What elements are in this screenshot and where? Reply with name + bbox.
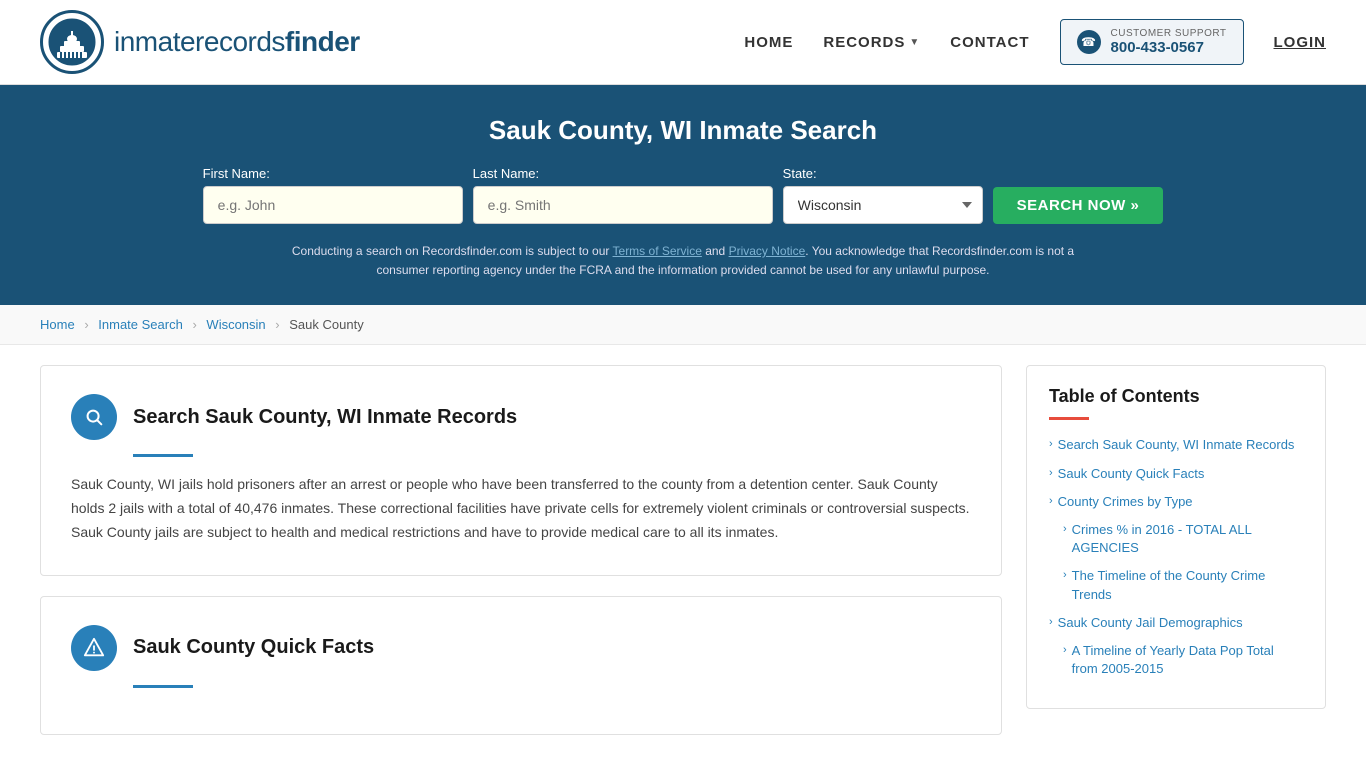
- search-form: First Name: Last Name: State: Wisconsin …: [40, 166, 1326, 224]
- last-name-group: Last Name:: [473, 166, 773, 224]
- search-circle-icon: [71, 394, 117, 440]
- breadcrumb-wisconsin[interactable]: Wisconsin: [206, 317, 265, 332]
- nav-login[interactable]: LOGIN: [1274, 34, 1327, 51]
- chevron-down-icon: ▼: [909, 37, 920, 48]
- support-number: 800-433-0567: [1111, 39, 1227, 56]
- toc-list: › Search Sauk County, WI Inmate Records …: [1049, 436, 1303, 678]
- search-now-button[interactable]: SEARCH NOW »: [993, 187, 1164, 224]
- toc-item-3: › County Crimes by Type: [1049, 493, 1303, 511]
- toc-item-6: › Sauk County Jail Demographics: [1049, 614, 1303, 632]
- privacy-link[interactable]: Privacy Notice: [729, 244, 806, 258]
- breadcrumb-home[interactable]: Home: [40, 317, 75, 332]
- quick-facts-section: Sauk County Quick Facts: [40, 596, 1002, 735]
- quick-facts-title: Sauk County Quick Facts: [133, 636, 374, 659]
- toc-item-1: › Search Sauk County, WI Inmate Records: [1049, 436, 1303, 454]
- disclaimer-text: Conducting a search on Recordsfinder.com…: [273, 242, 1093, 280]
- first-name-group: First Name:: [203, 166, 463, 224]
- section-divider-2: [133, 685, 193, 688]
- chevron-right-icon: ›: [1049, 437, 1053, 452]
- chevron-right-icon: ›: [1049, 494, 1053, 509]
- section-divider-1: [133, 454, 193, 457]
- chevron-right-icon: ›: [1049, 466, 1053, 481]
- toc-link-3[interactable]: › County Crimes by Type: [1049, 493, 1303, 511]
- toc-title: Table of Contents: [1049, 386, 1303, 407]
- toc-link-5[interactable]: › The Timeline of the County Crime Trend…: [1049, 567, 1303, 603]
- left-column: Search Sauk County, WI Inmate Records Sa…: [40, 365, 1026, 754]
- toc-link-6[interactable]: › Sauk County Jail Demographics: [1049, 614, 1303, 632]
- logo-icon: [40, 10, 104, 74]
- toc-item-2: › Sauk County Quick Facts: [1049, 465, 1303, 483]
- inmate-records-section: Search Sauk County, WI Inmate Records Sa…: [40, 365, 1002, 575]
- breadcrumb-sep-2: ›: [192, 317, 196, 332]
- logo-text: inmaterecordsfinder: [114, 26, 360, 58]
- first-name-input[interactable]: [203, 186, 463, 224]
- alert-circle-icon: [71, 625, 117, 671]
- toc-link-1[interactable]: › Search Sauk County, WI Inmate Records: [1049, 436, 1303, 454]
- toc-link-2[interactable]: › Sauk County Quick Facts: [1049, 465, 1303, 483]
- right-sidebar: Table of Contents › Search Sauk County, …: [1026, 365, 1326, 754]
- tos-link[interactable]: Terms of Service: [613, 244, 702, 258]
- hero-title: Sauk County, WI Inmate Search: [40, 115, 1326, 146]
- toc-link-7[interactable]: › A Timeline of Yearly Data Pop Total fr…: [1049, 642, 1303, 678]
- inmate-records-body: Sauk County, WI jails hold prisoners aft…: [71, 473, 971, 544]
- inmate-records-header: Search Sauk County, WI Inmate Records: [71, 394, 971, 440]
- headset-icon: ☎: [1077, 30, 1101, 54]
- breadcrumb-sauk-county: Sauk County: [289, 317, 363, 332]
- toc-divider: [1049, 417, 1089, 420]
- first-name-label: First Name:: [203, 166, 270, 181]
- toc-link-4[interactable]: › Crimes % in 2016 - TOTAL ALL AGENCIES: [1049, 521, 1303, 557]
- chevron-right-icon: ›: [1049, 615, 1053, 630]
- breadcrumb-inmate-search[interactable]: Inmate Search: [98, 317, 183, 332]
- toc-card: Table of Contents › Search Sauk County, …: [1026, 365, 1326, 709]
- nav-contact[interactable]: CONTACT: [950, 34, 1029, 51]
- chevron-right-icon: ›: [1063, 522, 1067, 537]
- site-header: inmaterecordsfinder HOME RECORDS ▼ CONTA…: [0, 0, 1366, 85]
- state-label: State:: [783, 166, 817, 181]
- toc-item-5: › The Timeline of the County Crime Trend…: [1049, 567, 1303, 603]
- toc-item-4: › Crimes % in 2016 - TOTAL ALL AGENCIES: [1049, 521, 1303, 557]
- customer-support-box[interactable]: ☎ CUSTOMER SUPPORT 800-433-0567: [1060, 19, 1244, 65]
- last-name-label: Last Name:: [473, 166, 539, 181]
- inmate-records-title: Search Sauk County, WI Inmate Records: [133, 406, 517, 429]
- main-nav: HOME RECORDS ▼ CONTACT ☎ CUSTOMER SUPPOR…: [744, 19, 1326, 65]
- chevron-right-icon: ›: [1063, 568, 1067, 583]
- state-group: State: Wisconsin Alabama Alaska Arizona: [783, 166, 983, 224]
- toc-item-7: › A Timeline of Yearly Data Pop Total fr…: [1049, 642, 1303, 678]
- breadcrumb-sep-3: ›: [275, 317, 279, 332]
- nav-records[interactable]: RECORDS ▼: [823, 34, 920, 51]
- state-select[interactable]: Wisconsin Alabama Alaska Arizona: [783, 186, 983, 224]
- main-content: Search Sauk County, WI Inmate Records Sa…: [0, 345, 1366, 774]
- breadcrumb-sep-1: ›: [84, 317, 88, 332]
- breadcrumb: Home › Inmate Search › Wisconsin › Sauk …: [0, 305, 1366, 345]
- support-label: CUSTOMER SUPPORT: [1111, 28, 1227, 39]
- chevron-right-icon: ›: [1063, 643, 1067, 658]
- hero-section: Sauk County, WI Inmate Search First Name…: [0, 85, 1366, 305]
- logo-area: inmaterecordsfinder: [40, 10, 360, 74]
- last-name-input[interactable]: [473, 186, 773, 224]
- quick-facts-header: Sauk County Quick Facts: [71, 625, 971, 671]
- nav-home[interactable]: HOME: [744, 34, 793, 51]
